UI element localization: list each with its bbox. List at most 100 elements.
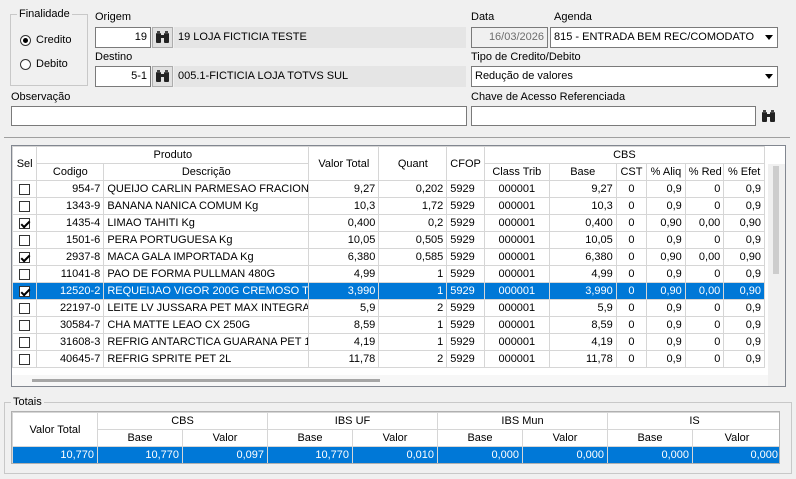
grid-vertical-scroll-thumb[interactable] [773, 166, 779, 274]
radio-credito-circle[interactable] [20, 34, 31, 46]
cell-class-trib: 000001 [483, 350, 550, 368]
row-checkbox[interactable] [19, 319, 31, 331]
row-checkbox[interactable] [19, 217, 31, 229]
table-row[interactable]: 11041-8 PAO DE FORMA PULLMAN 480G 4,99 1 592… [12, 265, 765, 283]
totais-ibsuf-valor: 0,010 [351, 446, 439, 463]
destino-search-button[interactable] [152, 66, 173, 87]
observacao-label: Observação [11, 91, 71, 103]
grid-horizontal-scroll-thumb[interactable] [32, 379, 380, 382]
radio-credito[interactable]: Credito [20, 34, 71, 46]
col-aliq[interactable]: % Aliq [646, 163, 686, 181]
cell-base: 8,59 [548, 316, 617, 334]
origem-code-input[interactable]: 19 [95, 27, 151, 48]
chave-search-button[interactable] [758, 106, 779, 126]
row-select-cell[interactable] [12, 265, 38, 283]
chave-input[interactable] [471, 106, 756, 126]
row-checkbox[interactable] [19, 251, 31, 263]
totais-row[interactable]: 10,770 10,770 0,097 10,770 0,010 0,000 0… [12, 446, 779, 463]
totais-title: Totais [13, 396, 42, 408]
cell-aliq: 0,9 [646, 350, 686, 368]
row-select-cell[interactable] [12, 316, 38, 334]
row-select-cell[interactable] [12, 282, 38, 300]
cell-red: 0 [684, 350, 725, 368]
row-checkbox[interactable] [19, 336, 31, 348]
row-select-cell[interactable] [12, 248, 38, 266]
cell-efet: 0,9 [723, 231, 765, 249]
grid-horizontal-scrollbar[interactable] [12, 375, 768, 386]
row-select-cell[interactable] [12, 197, 38, 215]
row-checkbox[interactable] [19, 200, 31, 212]
col-quant[interactable]: Quant [378, 146, 448, 181]
observacao-input[interactable] [11, 106, 467, 126]
cell-quant: 0,505 [378, 231, 448, 249]
cell-cst: 0 [615, 231, 648, 249]
cell-codigo: 11041-8 [36, 265, 105, 283]
col-red[interactable]: % Red [684, 163, 725, 181]
col-codigo[interactable]: Codigo [36, 163, 105, 181]
row-checkbox[interactable] [19, 302, 31, 314]
table-row[interactable]: 1435-4 LIMAO TAHITI Kg 0,400 0,2 5929 000001 0… [12, 214, 765, 232]
table-row[interactable]: 2937-8 MACA GALA IMPORTADA Kg 6,380 0,585 59… [12, 248, 765, 266]
col-class-trib[interactable]: Class Trib [483, 163, 550, 181]
table-row[interactable]: 1343-9 BANANA NANICA COMUM Kg 10,3 1,72 5929… [12, 197, 765, 215]
col-cfop[interactable]: CFOP [446, 146, 485, 181]
row-checkbox[interactable] [19, 285, 31, 297]
row-checkbox[interactable] [19, 268, 31, 280]
binoculars-icon [762, 109, 775, 122]
table-row[interactable]: 31608-3 REFRIG ANTARCTICA GUARANA PET 1.5… [12, 333, 765, 351]
col-valor-total[interactable]: Valor Total [308, 146, 380, 181]
cell-class-trib: 000001 [483, 333, 550, 351]
row-select-cell[interactable] [12, 333, 38, 351]
row-checkbox[interactable] [19, 353, 31, 365]
cell-red: 0,00 [684, 214, 725, 232]
cell-aliq: 0,9 [646, 231, 686, 249]
cell-codigo: 1501-6 [36, 231, 105, 249]
radio-debito-circle[interactable] [20, 58, 31, 70]
table-row[interactable]: 22197-0 LEITE LV JUSSARA PET MAX INTEGRAL… [12, 299, 765, 317]
cell-red: 0,00 [684, 248, 725, 266]
origem-search-button[interactable] [152, 27, 173, 48]
totais-is-valor-header: Valor [692, 429, 779, 447]
cell-aliq: 0,9 [646, 265, 686, 283]
cell-efet: 0,9 [723, 197, 765, 215]
row-select-cell[interactable] [12, 180, 38, 198]
cell-cfop: 5929 [446, 333, 485, 351]
tipo-select[interactable]: Redução de valores [471, 66, 778, 87]
col-descricao[interactable]: Descrição [103, 163, 310, 181]
data-input[interactable]: 16/03/2026 [471, 27, 548, 48]
col-base[interactable]: Base [548, 163, 617, 181]
cell-cfop: 5929 [446, 214, 485, 232]
chevron-down-icon[interactable] [760, 28, 777, 47]
radio-debito[interactable]: Debito [20, 58, 68, 70]
cell-cfop: 5929 [446, 197, 485, 215]
cell-valor-total: 9,27 [308, 180, 380, 198]
row-select-cell[interactable] [12, 299, 38, 317]
row-checkbox[interactable] [19, 234, 31, 246]
row-checkbox[interactable] [19, 183, 31, 195]
table-row[interactable]: 40645-7 REFRIG SPRITE PET 2L 11,78 2 5929 000… [12, 350, 765, 368]
cell-codigo: 954-7 [36, 180, 105, 198]
col-efet[interactable]: % Efet [723, 163, 765, 181]
cell-cst: 0 [615, 333, 648, 351]
row-select-cell[interactable] [12, 350, 38, 368]
table-row[interactable]: 30584-7 CHA MATTE LEAO CX 250G 8,59 1 5929 00… [12, 316, 765, 334]
agenda-select[interactable]: 815 - ENTRADA BEM REC/COMODATO [550, 27, 778, 48]
items-grid[interactable]: Sel Produto Valor Total Quant CFOP CBS C… [11, 145, 786, 387]
destino-code-input[interactable]: 5-1 [95, 66, 151, 87]
cell-efet: 0,9 [723, 299, 765, 317]
row-select-cell[interactable] [12, 231, 38, 249]
totais-is-base: 0,000 [607, 446, 694, 463]
table-row[interactable]: 954-7 QUEIJO CARLIN PARMESAO FRACIONAI 9,2… [12, 180, 765, 198]
cell-quant: 2 [378, 350, 448, 368]
table-row[interactable]: 1501-6 PERA PORTUGUESA Kg 10,05 0,505 5929 00… [12, 231, 765, 249]
row-select-cell[interactable] [12, 214, 38, 232]
cell-cst: 0 [615, 350, 648, 368]
cell-cst: 0 [615, 282, 648, 300]
grid-vertical-scrollbar[interactable] [768, 164, 785, 386]
chevron-down-icon[interactable] [760, 67, 777, 86]
col-cst[interactable]: CST [615, 163, 648, 181]
col-sel[interactable]: Sel [12, 146, 38, 181]
totais-grid[interactable]: Valor Total CBS IBS UF IBS Mun IS Base V… [11, 411, 780, 464]
cell-quant: 1 [378, 316, 448, 334]
table-row[interactable]: 12520-2 REQUEIJAO VIGOR 200G CREMOSO TRA 3… [12, 282, 765, 300]
